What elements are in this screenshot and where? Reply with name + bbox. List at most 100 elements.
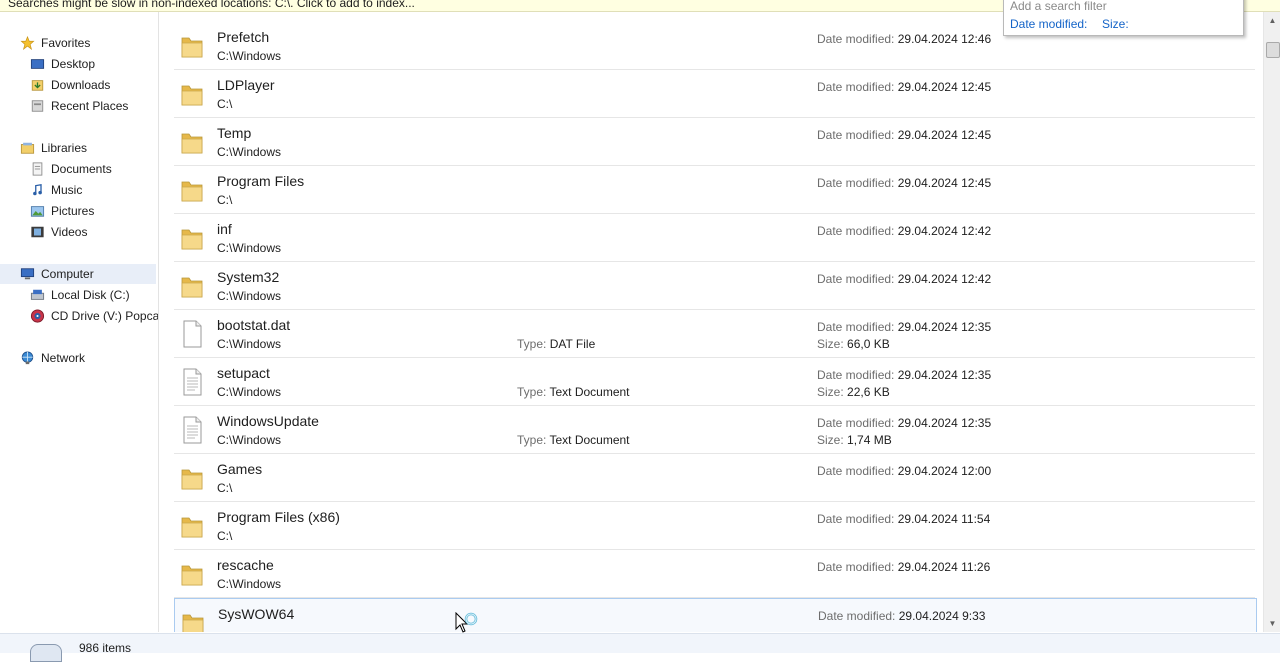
date-modified-label: Date modified:	[817, 464, 895, 478]
result-row[interactable]: Program Files C:\ Date modified: 29.04.202…	[174, 166, 1255, 214]
result-name: SysWOW64	[218, 606, 295, 622]
nav-item-cd-drive[interactable]: CD Drive (V:) Popcap	[30, 306, 158, 326]
result-date-value: 29.04.2024 12:42	[897, 224, 992, 238]
result-name: Program Files (x86)	[217, 509, 340, 525]
result-date-value: 29.04.2024 12:35	[897, 368, 992, 382]
nav-network[interactable]: Network	[20, 348, 85, 368]
nav-favorites-label: Favorites	[41, 36, 91, 50]
result-size-value: 66,0 KB	[847, 337, 890, 351]
text-file-icon	[183, 368, 202, 396]
nav-item-label: Documents	[51, 162, 112, 176]
date-modified-label: Date modified:	[817, 320, 895, 334]
nav-item-label: Desktop	[51, 57, 96, 71]
nav-item-desktop[interactable]: Desktop	[30, 54, 95, 74]
nav-item-label: Local Disk (C:)	[51, 288, 130, 302]
vertical-scrollbar[interactable]: ▲ ▼	[1263, 12, 1280, 632]
nav-item-pictures[interactable]: Pictures	[30, 201, 94, 221]
result-row[interactable]: System32 C:\Windows Date modified: 29.04.2…	[174, 262, 1255, 310]
result-row[interactable]: rescache C:\Windows Date modified: 29.04.2…	[174, 550, 1255, 598]
date-modified-label: Date modified:	[817, 416, 895, 430]
result-name: Program Files	[217, 173, 305, 189]
result-type: Type: Text Document	[517, 433, 630, 447]
result-date: Date modified: 29.04.2024 12:42	[817, 272, 991, 286]
folder-icon	[181, 277, 203, 298]
result-path: C:\Windows	[217, 145, 282, 159]
date-modified-label: Date modified:	[818, 609, 896, 623]
nav-item-label: Pictures	[51, 204, 95, 218]
result-row[interactable]: LDPlayer C:\ Date modified: 29.04.2024 12:…	[174, 70, 1255, 118]
filter-date-modified[interactable]: Date modified:	[1010, 17, 1087, 31]
result-row[interactable]: SysWOW64 Date modified: 29.04.2024 9:33	[174, 598, 1257, 632]
search-filter-dropdown: Add a search filter Date modified: Size:	[1003, 0, 1244, 36]
result-row[interactable]: Temp C:\Windows Date modified: 29.04.2024 …	[174, 118, 1255, 166]
type-label: Type:	[517, 385, 547, 399]
size-label: Size:	[817, 337, 844, 351]
result-size: Size: 66,0 KB	[817, 337, 890, 351]
nav-computer[interactable]: Computer	[0, 264, 156, 284]
result-name: WindowsUpdate	[217, 413, 319, 429]
result-name: setupact	[217, 365, 270, 381]
downloads-icon	[31, 80, 44, 91]
result-type-value: Text Document	[549, 433, 630, 447]
result-row[interactable]: Games C:\ Date modified: 29.04.2024 12:00	[174, 454, 1255, 502]
result-type: Type: Text Document	[517, 385, 630, 399]
result-row[interactable]: WindowsUpdate C:\Windows Type: Text Docume…	[174, 406, 1255, 454]
result-row[interactable]: inf C:\Windows Date modified: 29.04.2024 1…	[174, 214, 1255, 262]
result-row[interactable]: bootstat.dat C:\Windows Type: DAT File Date…	[174, 310, 1255, 358]
result-size: Size: 22,6 KB	[817, 385, 890, 399]
nav-network-label: Network	[41, 351, 86, 365]
filter-size[interactable]: Size:	[1102, 17, 1129, 31]
result-date: Date modified: 29.04.2024 12:46	[817, 32, 991, 46]
result-path: C:\	[217, 97, 233, 111]
result-size: Size: 1,74 MB	[817, 433, 892, 447]
busy-cursor-icon	[455, 612, 478, 633]
result-date-value: 29.04.2024 12:45	[897, 80, 992, 94]
result-date: Date modified: 29.04.2024 11:26	[817, 560, 990, 574]
result-date-value: 29.04.2024 11:26	[897, 560, 991, 574]
result-row[interactable]: Program Files (x86) C:\ Date modified: 29.…	[174, 502, 1255, 550]
index-info-text: Searches might be slow in non-indexed lo…	[8, 0, 415, 10]
date-modified-label: Date modified:	[817, 272, 895, 286]
result-name: inf	[217, 221, 232, 237]
items-count: 986 items	[79, 641, 132, 655]
result-date: Date modified: 29.04.2024 11:54	[817, 512, 990, 526]
scroll-down-icon[interactable]: ▼	[1264, 615, 1280, 632]
result-path: C:\Windows	[217, 433, 282, 447]
result-date-value: 29.04.2024 11:54	[897, 512, 991, 526]
result-date-value: 29.04.2024 12:46	[897, 32, 992, 46]
folder-icon	[181, 133, 203, 154]
size-label: Size:	[817, 433, 844, 447]
folder-icon	[181, 37, 203, 58]
items-icon	[30, 644, 62, 662]
result-path: C:\Windows	[217, 289, 282, 303]
nav-item-recent-places[interactable]: Recent Places	[30, 96, 128, 116]
result-row[interactable]: setupact C:\Windows Type: Text Document Dat…	[174, 358, 1255, 406]
result-name: bootstat.dat	[217, 317, 291, 333]
search-filter-placeholder: Add a search filter	[1010, 0, 1107, 13]
scroll-thumb[interactable]	[1266, 42, 1280, 58]
result-date: Date modified: 29.04.2024 12:00	[817, 464, 991, 478]
nav-item-local-disk[interactable]: Local Disk (C:)	[30, 285, 130, 305]
folder-icon	[181, 85, 203, 106]
nav-item-videos[interactable]: Videos	[30, 222, 87, 242]
nav-item-label: Downloads	[51, 78, 111, 92]
result-path: C:\	[217, 529, 233, 543]
pictures-icon	[30, 206, 45, 217]
date-modified-label: Date modified:	[817, 32, 895, 46]
nav-favorites[interactable]: Favorites	[20, 33, 90, 53]
nav-item-label: Music	[51, 183, 83, 197]
computer-icon	[20, 268, 35, 280]
result-path: C:\	[217, 193, 233, 207]
date-modified-label: Date modified:	[817, 128, 895, 142]
folder-icon	[181, 229, 203, 250]
music-icon	[33, 183, 42, 196]
result-date: Date modified: 29.04.2024 12:45	[817, 128, 991, 142]
scroll-up-icon[interactable]: ▲	[1264, 12, 1280, 29]
nav-item-documents[interactable]: Documents	[30, 159, 112, 179]
result-type: Type: DAT File	[517, 337, 595, 351]
nav-item-music[interactable]: Music	[30, 180, 82, 200]
nav-libraries[interactable]: Libraries	[20, 138, 87, 158]
result-path: C:\Windows	[217, 337, 282, 351]
desktop-icon	[30, 59, 45, 69]
nav-item-downloads[interactable]: Downloads	[30, 75, 110, 95]
